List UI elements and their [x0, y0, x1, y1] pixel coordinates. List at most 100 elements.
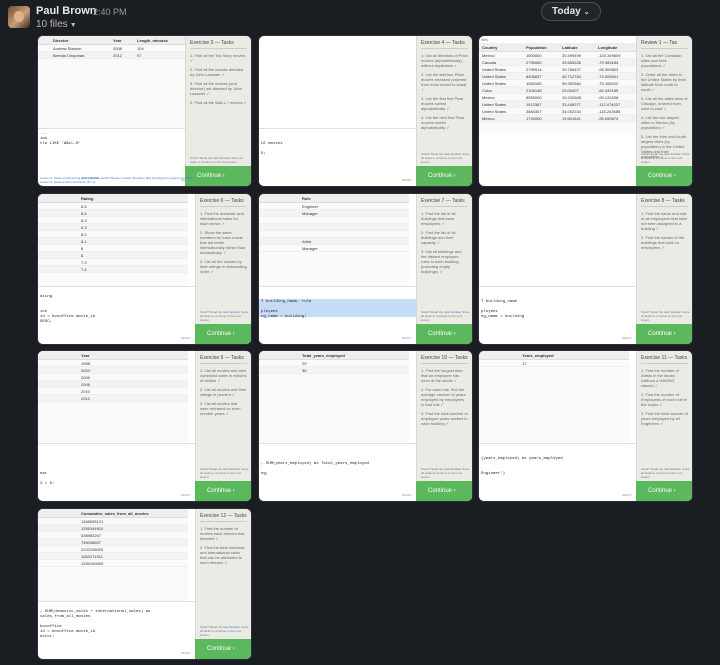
- reset-button[interactable]: RESET: [622, 493, 632, 497]
- sql-editor[interactable]: , SUM(years_employed) as Total_years_emp…: [259, 443, 419, 501]
- stuck-hint: Stuck? Read the task Solution Solve all …: [421, 310, 470, 322]
- file-thumbnail[interactable]: Years_employed 17 (years_employed) as yea…: [478, 350, 693, 502]
- sender-name[interactable]: Paul Brown: [36, 5, 97, 17]
- sql-editor[interactable]: (years_employed) as years_employed Engin…: [479, 443, 639, 501]
- exercise-title: Exercise 7 — Tasks: [421, 198, 468, 207]
- sql-editor[interactable]: T building_name ployees ng_name = buildi…: [479, 286, 639, 344]
- sql-editor[interactable]: T building_name, role ployees ng_name = …: [259, 286, 419, 344]
- table-cell: 2006: [81, 374, 90, 380]
- table-cell: 23.09407: [562, 87, 579, 93]
- table-header-row: Cumulative_sales_from_all_movies: [38, 509, 188, 518]
- continue-button[interactable]: Continue ›: [416, 481, 472, 501]
- continue-button[interactable]: Continue ›: [195, 324, 251, 344]
- table-row: 1998: [38, 360, 188, 367]
- stuck-hint: Stuck? Read the task Solution Solve all …: [200, 467, 249, 479]
- exercise-title: Exercise 12 — Tasks: [200, 513, 247, 522]
- stuck-hint: Stuck? Read the task Solution Solve all …: [641, 152, 690, 164]
- date-label: Today: [552, 6, 581, 17]
- continue-button[interactable]: Continue ›: [416, 324, 472, 344]
- task-item: 2. For each role, find the average numbe…: [421, 387, 466, 407]
- task-item: 1. Find all the Toy Story movies ✓: [190, 53, 246, 63]
- task-item: 2. Find the total domestic and internati…: [200, 545, 245, 565]
- table-cell: 8.3: [81, 224, 87, 230]
- file-thumbnail[interactable]: Year 1998 2004 2006 2008 2010 2012 ear 2 = 0; E…: [37, 350, 252, 502]
- task-item: 1. List all movies and their combined sa…: [200, 368, 247, 383]
- table-cell: Andrew Stanton: [53, 45, 82, 51]
- tasks-panel: Exercise 8 — Tasks 1. Find the name and r…: [636, 194, 692, 344]
- task-item: 3. Find the total number of employee yea…: [421, 411, 468, 426]
- sql-editor[interactable]: LE movies 5;: [259, 128, 419, 186]
- sql-editor[interactable]: , SUM(domestic_sales + international_sal…: [38, 601, 198, 659]
- table-cell: Mexico: [482, 52, 495, 58]
- continue-button[interactable]: Continue ›: [636, 166, 692, 186]
- table-cell: 1513367: [526, 101, 542, 107]
- donate-link[interactable]: Find SQLBolt useful? Please consider Don…: [81, 176, 193, 180]
- task-item: 3. List all the movies by their ratings …: [200, 259, 247, 274]
- reset-button[interactable]: RESET: [402, 336, 412, 340]
- table-cell: 2795914: [526, 66, 542, 72]
- result-table: Years_employed 17: [479, 351, 629, 443]
- tasks-panel: Exercise 6 — Tasks 1. Find the domestic a…: [195, 194, 251, 344]
- file-thumbnail[interactable]: Role Engineer Manager Artist Manager T build…: [258, 193, 473, 345]
- table-cell: Mexico: [482, 115, 495, 121]
- file-thumbnail[interactable]: Director Year Length_minutes Andrew Stanton…: [37, 35, 252, 187]
- table-row: [259, 231, 409, 238]
- result-table: Cumulative_sales_from_all_movies 14580951…: [38, 509, 188, 601]
- table-cell: 1740000: [526, 115, 542, 121]
- reset-button[interactable]: RESET: [181, 336, 191, 340]
- sql-editor[interactable]: ear 2 = 0;: [38, 443, 198, 501]
- message-timestamp[interactable]: 2:40 PM: [93, 7, 127, 17]
- table-row: Brenda Chapman 2012 97: [38, 52, 186, 59]
- reset-button[interactable]: RESET: [402, 178, 412, 182]
- stuck-hint: Stuck? Read the task Solution Solve all …: [641, 467, 690, 479]
- table-cell: Cuba: [482, 87, 492, 93]
- exercise-title: Exercise 6 — Tasks: [200, 198, 247, 207]
- reset-button[interactable]: RESET: [402, 493, 412, 497]
- task-item: 2. Find the number of Employees of each …: [641, 392, 688, 407]
- table-cell: -82.349189: [598, 87, 619, 93]
- continue-button[interactable]: Continue ›: [416, 166, 472, 186]
- reset-button[interactable]: RESET: [181, 651, 191, 655]
- stuck-hint: Stuck? Read the task Solution Solve all …: [200, 310, 249, 322]
- file-count-toggle[interactable]: 10 files ▼: [36, 19, 77, 30]
- sql-editor[interactable]: ating ice id = boxoffice.movie_id DESC;: [38, 286, 198, 344]
- table-header-row: Rating: [38, 194, 188, 203]
- table-cell: 33.448377: [562, 101, 581, 107]
- table-cell: 8.5: [81, 203, 87, 209]
- task-item: 2. Show the sales numbers for each movie…: [200, 230, 246, 255]
- table-cell: 7.9: [81, 259, 87, 265]
- continue-button[interactable]: Continue ›: [195, 639, 251, 659]
- task-item: 1. Find the name and role of all employe…: [641, 211, 688, 231]
- table-cell: 8405837: [526, 73, 542, 79]
- table-row: 1294159000: [38, 560, 188, 567]
- table-row: 2006: [38, 374, 188, 381]
- table-row: 8.1: [38, 238, 188, 245]
- file-thumbnail[interactable]: Total_years_employed 29 36 , SUM(years_emp…: [258, 350, 473, 502]
- table-cell: -118.243685: [598, 108, 621, 114]
- continue-button[interactable]: Continue ›: [636, 324, 692, 344]
- table-row: 8: [38, 245, 188, 252]
- result-table: Rating 8.5 8.4 8.3 8.3 8.2 8.1 8 8 7.9 7.4: [38, 194, 188, 286]
- table-cell: United States: [482, 101, 507, 107]
- reset-button[interactable]: RESET: [622, 336, 632, 340]
- file-thumbnail[interactable]: T building_name ployees ng_name = buildi…: [478, 193, 693, 345]
- date-divider-pill[interactable]: Today ⌄: [541, 2, 601, 21]
- file-thumbnail[interactable]: Rating 8.5 8.4 8.3 8.3 8.2 8.1 8 8 7.9 7.4 ating i…: [37, 193, 252, 345]
- avatar[interactable]: [8, 6, 30, 28]
- file-thumbnail[interactable]: LE movies 5; Exercise 4 — Tasks 1. List al…: [258, 35, 473, 187]
- current-lesson-link[interactable]: Lesson 3: Queries with constraints (Pt. …: [40, 180, 251, 184]
- file-thumbnail[interactable]: Country Population Latitude Longitude Mexico…: [478, 35, 693, 187]
- tasks-panel: Exercise 9 — Tasks 1. List all movies and…: [195, 351, 251, 501]
- task-item: 3. Find the total number of years employ…: [641, 411, 688, 426]
- continue-button[interactable]: Continue ›: [636, 481, 692, 501]
- continue-button[interactable]: Continue ›: [195, 481, 251, 501]
- table-cell: 104: [137, 45, 144, 51]
- file-thumbnail[interactable]: Cumulative_sales_from_all_movies 14580951…: [37, 508, 252, 660]
- task-item: 4. Find all the WALL-* movies ✓: [190, 100, 248, 105]
- table-cell: 2008: [113, 45, 122, 51]
- table-cell: 43.653226: [562, 59, 581, 65]
- table-row: 8.2: [38, 231, 188, 238]
- table-cell: -99.050674: [598, 115, 619, 121]
- table-cell: Canada: [482, 59, 497, 65]
- reset-button[interactable]: RESET: [181, 493, 191, 497]
